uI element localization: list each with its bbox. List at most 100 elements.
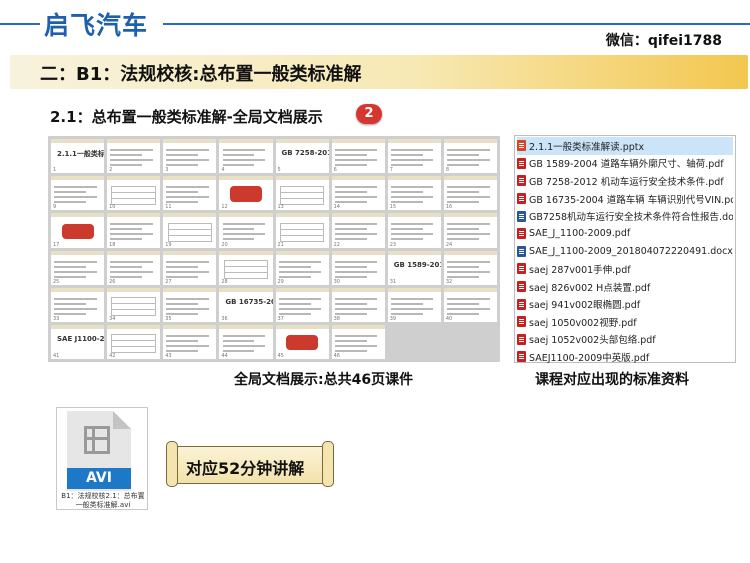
slide-thumbnail[interactable]: 16	[443, 176, 497, 211]
slide-thumbnail[interactable]: 2.1.1一般类标准 1	[51, 139, 105, 174]
slide-thumbnail[interactable]: 12	[219, 176, 273, 211]
file-list-item[interactable]: 2.1.1一般类标准解读.pptx	[517, 137, 733, 155]
slide-text-line	[334, 191, 367, 194]
slide-thumbnail[interactable]: 29	[275, 250, 329, 285]
slide-table	[223, 260, 269, 279]
duration-note-scroll: 对应52分钟讲解	[166, 441, 334, 487]
slide-thumbnail[interactable]: 44	[219, 324, 273, 359]
slide-text-line	[390, 159, 434, 161]
slide-thumbnail[interactable]: 3	[163, 139, 217, 174]
slide-title: SAE J1100-2009	[57, 334, 105, 343]
slide-thumbnail[interactable]: 42	[107, 324, 161, 359]
slide-thumbnail[interactable]: SAE J1100-2009 41	[51, 324, 105, 359]
file-list-item[interactable]: saej 287v001手伸.pdf	[517, 260, 733, 278]
slide-header-bar	[107, 250, 161, 255]
file-list-item[interactable]: saej 826v002 H点装置.pdf	[517, 278, 733, 296]
file-name: SAE_J_1100-2009_201804072220491.docx	[529, 245, 733, 257]
slide-header-bar	[275, 213, 329, 218]
slide-thumbnail[interactable]: 38	[331, 287, 385, 322]
slide-text-line	[447, 159, 490, 161]
slide-thumbnail[interactable]: 22	[331, 213, 385, 248]
slide-header-bar	[331, 250, 385, 255]
slide-text-line	[222, 339, 255, 342]
file-list-item[interactable]: SAE_J_1100-2009.pdf	[517, 225, 733, 243]
file-name: 2.1.1一般类标准解读.pptx	[529, 141, 645, 153]
slide-thumbnail[interactable]: 14	[331, 176, 385, 211]
slide-thumbnail[interactable]: 46	[331, 324, 385, 359]
slide-thumbnail[interactable]: 30	[331, 250, 385, 285]
file-list-item[interactable]: saej 1050v002视野.pdf	[517, 313, 733, 331]
slide-number: 30	[333, 278, 340, 285]
slide-table	[111, 185, 156, 205]
slide-thumbnail[interactable]: 25	[51, 250, 105, 285]
slide-thumbnail[interactable]: 35	[163, 287, 217, 322]
slide-header-bar	[219, 176, 273, 181]
slide-text-line	[222, 164, 255, 166]
slide-table	[111, 297, 156, 316]
file-list-item[interactable]: GB 1589-2004 道路车辆外廓尺寸、轴荷.pdf	[517, 155, 733, 173]
slide-number: 35	[165, 315, 172, 322]
slide-thumbnail[interactable]: 39	[387, 287, 441, 322]
file-list-item[interactable]: saej 1052v002头部包络.pdf	[517, 331, 733, 349]
slide-thumbnail[interactable]: 34	[107, 287, 161, 322]
slide-thumbnail[interactable]: 26	[107, 250, 161, 285]
slide-thumbnail[interactable]: 11	[163, 176, 217, 211]
slide-text-line	[390, 302, 423, 305]
slide-thumbnail[interactable]: 9	[51, 176, 105, 211]
slide-thumbnail[interactable]: 18	[107, 213, 161, 248]
file-list-caption: 课程对应出现的标准资料	[535, 372, 689, 388]
slide-thumbnail[interactable]: GB 16735-2019 36	[219, 287, 273, 322]
slide-table	[111, 334, 156, 354]
slide-text-line	[278, 297, 322, 300]
slide-text-line	[447, 191, 479, 194]
slide-thumbnail[interactable]: 6	[331, 139, 385, 174]
slide-thumbnail[interactable]: 40	[443, 287, 497, 322]
slide-text-line	[334, 154, 367, 156]
file-list-item[interactable]: GB 16735-2004 道路车辆 车辆识别代号VIN.pdf	[517, 190, 733, 208]
slide-thumbnail[interactable]: 21	[275, 213, 329, 248]
slide-text-line	[222, 334, 266, 337]
slide-text-line	[447, 201, 479, 204]
slide-thumbnail[interactable]: 2	[107, 139, 161, 174]
slide-thumbnail-grid: 2.1.1一般类标准1234GB 7258-201256789101112131…	[48, 136, 500, 362]
slide-number: 39	[389, 315, 397, 322]
file-list-item[interactable]: saej 941v002眼椭圆.pdf	[517, 295, 733, 313]
video-file-item[interactable]: AVI B1：法规校核2.1：总布置一般类标准解.avi	[56, 407, 148, 510]
slide-thumbnail[interactable]: 32	[443, 250, 497, 285]
slide-thumbnail[interactable]: 7	[387, 139, 441, 174]
file-list-item[interactable]: SAEJ1100-2009中英版.pdf	[517, 348, 733, 366]
file-list-item[interactable]: SAE_J_1100-2009_201804072220491.docx	[517, 243, 733, 261]
slide-thumbnail[interactable]: 23	[387, 213, 441, 248]
doc-file-icon	[517, 245, 526, 257]
slide-text-line	[110, 260, 153, 263]
slide-thumbnail[interactable]: 8	[443, 139, 497, 174]
slide-thumbnail[interactable]: 13	[275, 176, 329, 211]
slide-text-line	[390, 223, 434, 226]
slide-thumbnail[interactable]: 28	[219, 250, 273, 285]
file-list: 2.1.1一般类标准解读.pptx GB 1589-2004 道路车辆外廓尺寸、轴…	[514, 135, 736, 366]
slide-thumbnail[interactable]: 15	[387, 176, 441, 211]
slide-thumbnail[interactable]: GB 7258-2012 5	[275, 139, 329, 174]
slide-thumbnail[interactable]: 10	[107, 176, 161, 211]
slide-thumbnail[interactable]: 43	[163, 324, 217, 359]
slide-text-line	[110, 238, 143, 241]
section-title: 2.1：总布置一般类标准解-全局文档展示	[50, 108, 323, 126]
slide-thumbnail[interactable]: 27	[163, 250, 217, 285]
file-list-item[interactable]: GB7258机动车运行安全技术条件符合性报告.doc	[517, 207, 733, 225]
file-list-item[interactable]: GB 7258-2012 机动车运行安全技术条件.pdf	[517, 172, 733, 190]
slide-thumbnail[interactable]: 17	[51, 213, 105, 248]
slide-thumbnail[interactable]: 37	[275, 287, 329, 322]
slide-header-bar	[163, 139, 217, 143]
slide-thumbnail[interactable]: 20	[219, 213, 273, 248]
slide-thumbnail[interactable]: 33	[51, 287, 105, 322]
file-name: GB 1589-2004 道路车辆外廓尺寸、轴荷.pdf	[529, 159, 724, 171]
slide-thumbnail[interactable]: 45	[275, 324, 329, 359]
slide-thumbnail[interactable]: 19	[163, 213, 217, 248]
file-name: SAEJ1100-2009中英版.pdf	[529, 352, 650, 364]
pdf-file-icon	[517, 157, 526, 169]
slide-thumbnail[interactable]: GB 1589-2016 31	[387, 250, 441, 285]
slide-text-line	[447, 228, 479, 231]
slide-thumbnail[interactable]: 24	[443, 213, 497, 248]
slide-text-line	[222, 228, 255, 231]
slide-thumbnail[interactable]: 4	[219, 139, 273, 174]
